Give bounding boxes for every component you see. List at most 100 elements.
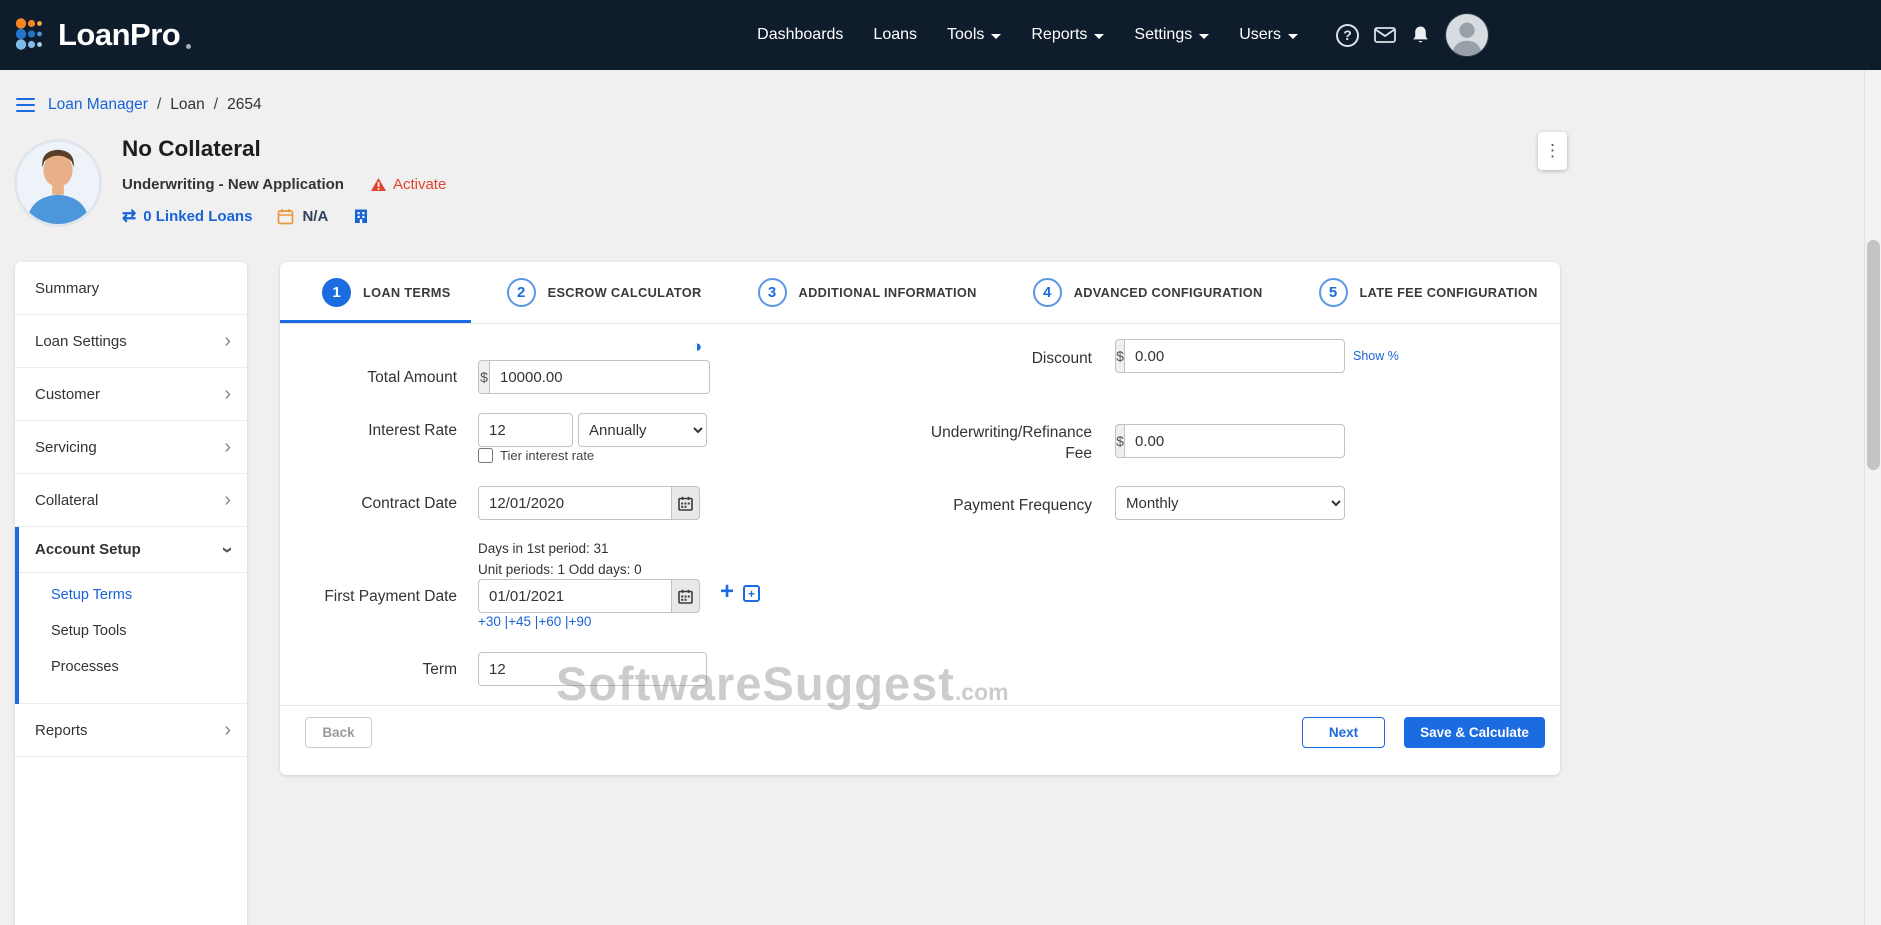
bell-icon[interactable] [1411, 25, 1430, 45]
nav-tools-label: Tools [947, 26, 984, 44]
term-label: Term [300, 659, 457, 680]
brand-dot [186, 44, 191, 49]
scrollbar-thumb[interactable] [1867, 240, 1880, 470]
nav-reports[interactable]: Reports [1031, 26, 1104, 44]
nav-tools[interactable]: Tools [947, 26, 1001, 44]
sidebar-item-summary[interactable]: Summary [15, 262, 247, 315]
underwriting-fee-group: $ [1115, 424, 1345, 458]
interest-period-select[interactable]: Annually [578, 413, 707, 447]
add-payment-date-icon[interactable]: + [720, 580, 734, 604]
step-label: LATE FEE CONFIGURATION [1360, 285, 1538, 300]
discount-group: $ [1115, 339, 1345, 373]
loanpro-logo-icon [14, 17, 52, 51]
sidebar-item-label: Customer [35, 386, 100, 403]
calendar-picker-icon[interactable] [672, 579, 700, 613]
contract-date-label: Contract Date [300, 493, 457, 514]
step-number: 2 [507, 278, 536, 307]
sidebar-item-reports[interactable]: Reports› [15, 704, 247, 757]
step-number: 4 [1033, 278, 1062, 307]
top-navbar: LoanPro Dashboards Loans Tools Reports S… [0, 0, 1881, 70]
add-multiple-dates-icon[interactable]: + [743, 585, 760, 602]
step-loan-terms[interactable]: 1 LOAN TERMS [322, 262, 451, 323]
nav-icon-group: ? [1336, 13, 1489, 57]
contract-date-group [478, 486, 700, 520]
calendar-picker-icon[interactable] [672, 486, 700, 520]
sidebar-item-label: Reports [35, 722, 88, 739]
step-additional-information[interactable]: 3 ADDITIONAL INFORMATION [758, 262, 977, 323]
loanpro-logo[interactable]: LoanPro [14, 17, 191, 53]
user-avatar[interactable] [1445, 13, 1489, 57]
sidebar-item-setup-terms[interactable]: Setup Terms [19, 577, 247, 613]
nav-dashboards[interactable]: Dashboards [757, 26, 843, 44]
breadcrumb-separator: / [157, 96, 161, 114]
chevron-right-icon: › [224, 490, 231, 510]
help-icon[interactable]: ? [1336, 24, 1359, 47]
nav-reports-label: Reports [1031, 26, 1087, 44]
sidebar-item-servicing[interactable]: Servicing› [15, 421, 247, 474]
back-button[interactable]: Back [305, 717, 372, 748]
breadcrumb-loan-manager[interactable]: Loan Manager [48, 96, 148, 114]
loan-meta-row: ⇄ 0 Linked Loans N/A [122, 206, 369, 226]
tier-interest-label: Tier interest rate [500, 448, 594, 463]
sidebar-item-customer[interactable]: Customer › [15, 368, 247, 421]
breadcrumb-loan[interactable]: Loan [170, 96, 204, 114]
payment-frequency-label: Payment Frequency [930, 495, 1092, 516]
underwriting-fee-input[interactable] [1124, 424, 1345, 458]
company-icon[interactable] [353, 208, 369, 224]
nav-dashboards-label: Dashboards [757, 26, 843, 44]
loan-sidebar: Summary Loan Settings› Customer › Servici… [15, 262, 247, 925]
nav-users-label: Users [1239, 26, 1281, 44]
interest-rate-input[interactable] [478, 413, 573, 447]
calendar-icon[interactable] [277, 208, 294, 225]
next-button[interactable]: Next [1302, 717, 1385, 748]
tier-interest-row: Tier interest rate [478, 448, 594, 463]
chevron-right-icon: › [224, 384, 231, 404]
nav-users[interactable]: Users [1239, 26, 1298, 44]
interest-rate-label: Interest Rate [300, 420, 457, 441]
sidebar-item-loan-settings[interactable]: Loan Settings› [15, 315, 247, 368]
step-escrow-calculator[interactable]: 2 ESCROW CALCULATOR [507, 262, 702, 323]
payment-frequency-select[interactable]: Monthly [1115, 486, 1345, 520]
sidebar-item-account-setup[interactable]: Account Setup › [19, 527, 247, 573]
unit-periods-text: Unit periods: 1 Odd days: 0 [478, 562, 642, 577]
sidebar-group-account-setup: Account Setup › Setup Terms Setup Tools P… [15, 527, 247, 704]
step-label: ESCROW CALCULATOR [548, 285, 702, 300]
currency-prefix: $ [1115, 339, 1124, 373]
discount-label: Discount [930, 348, 1092, 369]
chevron-down-icon: › [218, 546, 238, 553]
term-input[interactable] [478, 652, 707, 686]
step-label: LOAN TERMS [363, 285, 451, 300]
sidebar-item-setup-tools[interactable]: Setup Tools [19, 613, 247, 649]
mail-icon[interactable] [1374, 27, 1396, 43]
watermark-suffix: .com [955, 679, 1009, 706]
save-calculate-button[interactable]: Save & Calculate [1404, 717, 1545, 748]
setup-stepper: 1 LOAN TERMS 2 ESCROW CALCULATOR 3 ADDIT… [280, 262, 1560, 324]
linked-loans-link[interactable]: 0 Linked Loans [143, 208, 252, 225]
main-nav: Dashboards Loans Tools Reports Settings … [757, 26, 1298, 44]
warning-icon [370, 177, 387, 192]
contract-date-input[interactable] [478, 486, 672, 520]
borrower-avatar [14, 139, 102, 227]
page-scrollbar[interactable] [1864, 70, 1881, 925]
rate-toggle-icon[interactable]: ◑ [692, 338, 702, 355]
sidebar-item-label: Account Setup [35, 541, 141, 558]
step-advanced-configuration[interactable]: 4 ADVANCED CONFIGURATION [1033, 262, 1263, 323]
sidebar-item-processes[interactable]: Processes [19, 649, 247, 685]
more-options-button[interactable]: ⋮ [1538, 132, 1567, 170]
discount-input[interactable] [1124, 339, 1345, 373]
breadcrumb-loan-id: 2654 [227, 96, 261, 114]
nav-settings[interactable]: Settings [1134, 26, 1209, 44]
tier-interest-checkbox[interactable] [478, 448, 493, 463]
total-amount-input[interactable] [489, 360, 710, 394]
payment-date-shortcuts[interactable]: +30 |+45 |+60 |+90 [478, 614, 591, 629]
breadcrumb: Loan Manager / Loan / 2654 [16, 96, 262, 114]
sidebar-item-collateral[interactable]: Collateral› [15, 474, 247, 527]
sidebar-item-label: Summary [35, 280, 99, 297]
activate-link[interactable]: Activate [370, 176, 446, 193]
menu-icon[interactable] [16, 98, 35, 113]
step-number: 3 [758, 278, 787, 307]
nav-loans[interactable]: Loans [873, 26, 917, 44]
step-late-fee-configuration[interactable]: 5 LATE FEE CONFIGURATION [1319, 262, 1538, 323]
first-payment-date-input[interactable] [478, 579, 672, 613]
show-percent-link[interactable]: Show % [1353, 349, 1399, 363]
